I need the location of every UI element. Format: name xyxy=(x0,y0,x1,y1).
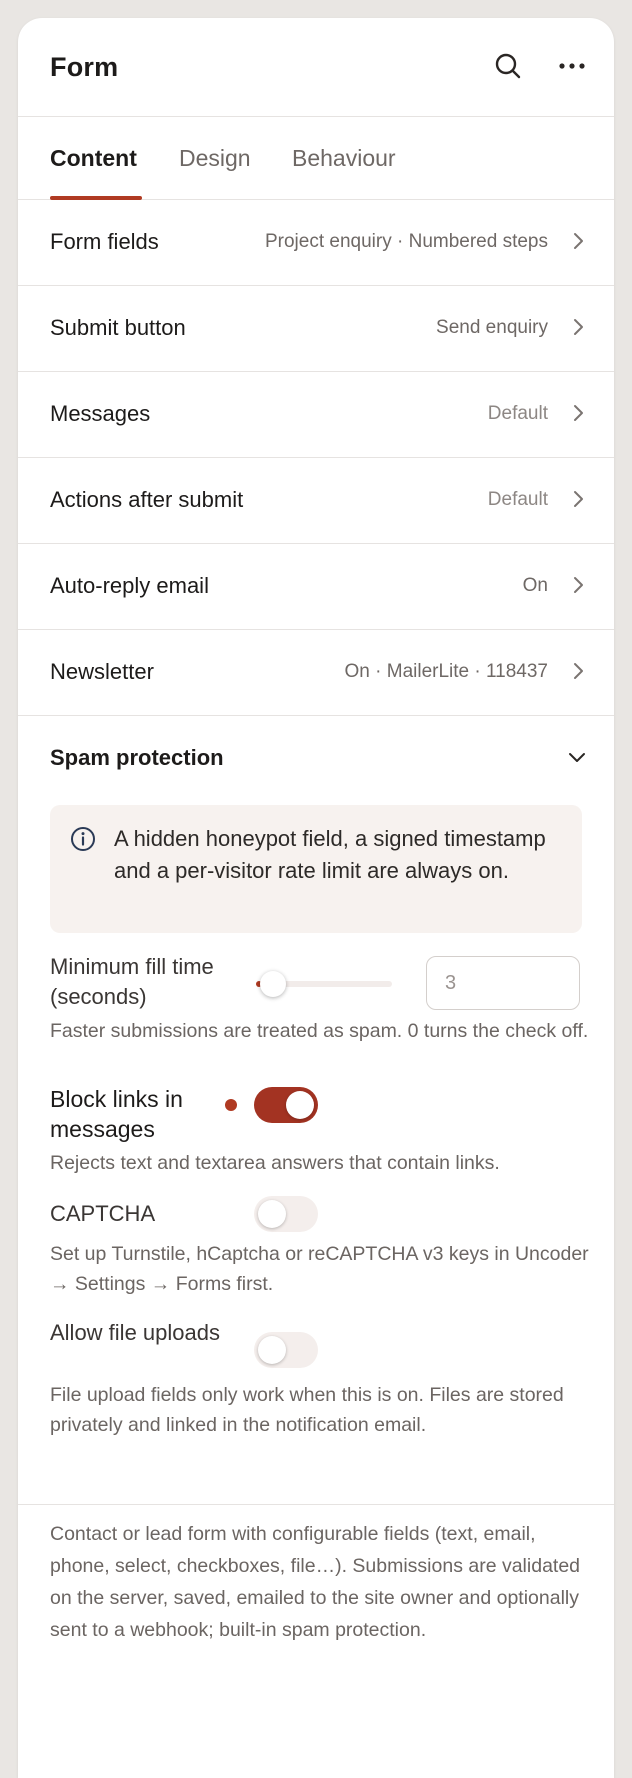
file-uploads-help: File upload fields only work when this i… xyxy=(50,1384,564,1436)
row-label: Messages xyxy=(50,401,151,426)
chevron-right-icon xyxy=(574,663,583,679)
tab-bar: Content Design Behaviour xyxy=(18,117,614,200)
min-fill-time-label: Minimum fill time (seconds) xyxy=(50,954,214,1009)
panel-title: Form xyxy=(50,52,119,82)
panel-header: Form xyxy=(18,18,614,117)
block-links-toggle[interactable] xyxy=(254,1087,318,1123)
more-icon xyxy=(559,63,585,69)
tab-design[interactable]: Design xyxy=(179,145,251,172)
info-text: A hidden honeypot field, a signed timest… xyxy=(114,826,546,883)
search-icon xyxy=(495,53,521,79)
file-uploads-label: Allow file uploads xyxy=(50,1320,220,1345)
row-label: Submit button xyxy=(50,315,186,340)
row-value: On xyxy=(522,575,548,596)
row-messages[interactable]: Messages Default xyxy=(18,372,614,458)
spam-protection-section: Spam protection A hidden honeypot field,… xyxy=(18,716,614,1505)
block-links-help: Rejects text and textarea answers that c… xyxy=(50,1152,500,1174)
tab-behaviour[interactable]: Behaviour xyxy=(292,145,396,172)
captcha-label: CAPTCHA xyxy=(50,1201,156,1226)
row-newsletter[interactable]: Newsletter On · MailerLite · 118437 xyxy=(18,630,614,716)
chevron-down-icon[interactable] xyxy=(568,750,586,764)
min-fill-time-input[interactable] xyxy=(426,956,580,1010)
search-button[interactable] xyxy=(490,48,526,84)
row-label: Auto-reply email xyxy=(50,573,209,598)
block-links-label: Block links in messages xyxy=(50,1086,183,1142)
chevron-right-icon xyxy=(574,319,583,335)
more-button[interactable] xyxy=(554,48,590,84)
row-value: Project enquiry · Numbered steps xyxy=(264,231,548,252)
tab-content[interactable]: Content xyxy=(50,145,137,172)
toggle-knob xyxy=(258,1336,286,1364)
row-label: Form fields xyxy=(50,229,159,254)
row-label: Newsletter xyxy=(50,659,154,684)
row-value: On · MailerLite · 118437 xyxy=(344,661,548,682)
min-fill-time-help: Faster submissions are treated as spam. … xyxy=(50,1020,589,1042)
toggle-knob xyxy=(258,1200,286,1228)
chevron-right-icon xyxy=(574,405,583,421)
row-auto-reply-email[interactable]: Auto-reply email On xyxy=(18,544,614,630)
row-value: Default xyxy=(487,489,548,510)
form-settings-panel: Form Content Design Behaviour Form field… xyxy=(18,18,614,1778)
row-value: Send enquiry xyxy=(436,317,548,338)
row-form-fields[interactable]: Form fields Project enquiry · Numbered s… xyxy=(18,200,614,286)
captcha-help: Set up Turnstile, hCaptcha or reCAPTCHA … xyxy=(50,1243,589,1295)
chevron-right-icon xyxy=(574,577,583,593)
captcha-toggle[interactable] xyxy=(254,1196,318,1232)
row-submit-button[interactable]: Submit button Send enquiry xyxy=(18,286,614,372)
file-uploads-toggle[interactable] xyxy=(254,1332,318,1368)
min-fill-time-slider-thumb[interactable] xyxy=(260,971,286,997)
row-actions-after-submit[interactable]: Actions after submit Default xyxy=(18,458,614,544)
row-value: Default xyxy=(487,403,548,424)
toggle-knob xyxy=(286,1091,314,1119)
info-icon xyxy=(71,827,95,851)
modified-indicator-dot xyxy=(225,1099,237,1111)
row-label: Actions after submit xyxy=(50,487,244,512)
form-description: Contact or lead form with configurable f… xyxy=(50,1523,581,1641)
info-box: A hidden honeypot field, a signed timest… xyxy=(50,805,582,933)
chevron-right-icon xyxy=(574,233,583,249)
chevron-right-icon xyxy=(574,491,583,507)
spam-protection-title[interactable]: Spam protection xyxy=(50,745,224,771)
